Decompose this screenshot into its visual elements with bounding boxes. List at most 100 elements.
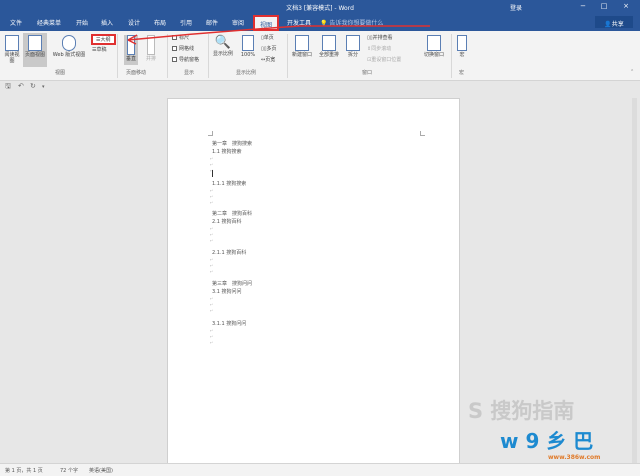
site-watermark: www.386w.com <box>548 454 601 461</box>
magnifier-icon: 🔍 <box>214 35 232 50</box>
tab-design[interactable]: 设计 <box>128 18 140 27</box>
multi-page-label: 多页 <box>266 46 277 52</box>
globe-icon <box>62 35 76 51</box>
text-cursor <box>212 170 213 177</box>
one-page-button[interactable]: ▯单页 <box>261 34 274 41</box>
print-layout-button[interactable]: 页面视图 <box>23 33 47 67</box>
document-line: 第一章 搜狗搜索 <box>212 141 253 147</box>
collapse-ribbon-icon[interactable]: ⌃ <box>630 69 634 75</box>
divider <box>451 34 452 78</box>
tab-developer[interactable]: 开发工具 <box>287 18 311 27</box>
nav-pane-checkbox[interactable]: 导航窗格 <box>172 56 199 63</box>
zoom-button[interactable]: 🔍 显示比例 <box>211 35 235 57</box>
word-count[interactable]: 72 个字 <box>60 467 78 474</box>
undo-icon[interactable]: ↶ <box>18 82 24 90</box>
vertical-pages-icon <box>127 35 135 55</box>
page-width-button[interactable]: ↔页宽 <box>261 56 275 63</box>
switch-windows-button[interactable]: 切换窗口 <box>420 35 448 58</box>
switch-windows-icon <box>427 35 441 51</box>
person-icon: 👤 <box>604 21 612 28</box>
web-layout-button[interactable]: Web 版式视图 <box>49 35 89 58</box>
quick-access-toolbar: 🖫 ↶ ↻ ▾ <box>0 81 640 93</box>
sync-scroll-button[interactable]: ⇕同步滚动 <box>367 45 391 52</box>
page-movement-group-label: 页面移动 <box>126 70 147 76</box>
gridlines-label: 网格线 <box>179 46 195 52</box>
paragraph-marks: ↵ ↵ ↵ <box>210 328 214 345</box>
tab-mailings[interactable]: 邮件 <box>206 18 218 27</box>
vertical-label: 垂直 <box>125 56 136 62</box>
side-to-side-button[interactable]: 并排 <box>144 35 158 62</box>
divider <box>167 34 168 78</box>
macros-group-label: 宏 <box>459 70 465 76</box>
side-by-side-label: 并排查看 <box>372 35 393 41</box>
web-layout-label: Web 版式视图 <box>52 52 86 58</box>
tab-home[interactable]: 开始 <box>76 18 88 27</box>
ribbon-tab-bar: 文件 经典菜单 开始 插入 设计 布局 引用 邮件 审阅 视图 开发工具 💡 告… <box>0 14 640 31</box>
share-label: 共享 <box>611 21 624 28</box>
ribbon: 阅读视图 页面视图 Web 版式视图 ☰大纲 ☰草稿 视图 垂直 并排 页面移动… <box>0 31 640 81</box>
language-status[interactable]: 英语(美国) <box>89 467 113 474</box>
ruler-checkbox[interactable]: 标尺 <box>172 34 189 41</box>
document-line: 第三章 搜狗问问 <box>212 281 253 287</box>
vertical-button[interactable]: 垂直 <box>124 35 138 65</box>
redo-icon[interactable]: ↻ <box>30 82 36 90</box>
read-mode-button[interactable]: 阅读视图 <box>3 35 21 64</box>
split-button[interactable]: 拆分 <box>344 35 362 58</box>
multiple-pages-button[interactable]: ▯▯多页 <box>261 45 277 52</box>
reset-window-position-button[interactable]: ⊡重设窗口位置 <box>367 56 401 63</box>
view-side-by-side-button[interactable]: ▯▯并排查看 <box>367 34 393 41</box>
tab-view[interactable]: 视图 <box>253 15 280 31</box>
new-window-button[interactable]: 新建窗口 <box>290 35 314 58</box>
macros-label: 宏 <box>459 52 465 58</box>
side-label: 并排 <box>145 56 156 62</box>
tab-insert[interactable]: 插入 <box>101 18 113 27</box>
document-line: 第二章 搜狗百科 <box>212 211 253 217</box>
brand-watermark: w 9 乡 巴 <box>500 429 594 453</box>
draft-label: 草稿 <box>96 47 107 53</box>
margin-corner-mark <box>208 131 213 136</box>
title-bar: 文档3 [兼容模式] - Word 登录 − □ × <box>0 0 640 14</box>
document-line: 2.1 搜狗百科 <box>212 219 242 225</box>
tab-classic-menu[interactable]: 经典菜单 <box>37 18 61 27</box>
tab-references[interactable]: 引用 <box>180 18 192 27</box>
page-count[interactable]: 第 1 页，共 1 页 <box>5 467 43 474</box>
draft-button[interactable]: ☰草稿 <box>92 46 107 53</box>
paragraph-marks: ↵ ↵ ↵ <box>210 296 214 313</box>
tell-me-text: 告诉我你想要做什么 <box>329 20 384 27</box>
zoom-100-label: 100% <box>240 52 256 58</box>
minimize-button[interactable]: − <box>577 2 589 10</box>
share-button[interactable]: 👤共享 <box>595 16 633 28</box>
zoom-100-button[interactable]: 100% <box>238 35 258 58</box>
side-pages-icon <box>147 35 155 55</box>
ruler-label: 标尺 <box>179 35 190 41</box>
document-page[interactable] <box>167 98 460 464</box>
customize-qat-icon[interactable]: ▾ <box>42 84 45 90</box>
arrange-all-button[interactable]: 全部重排 <box>316 35 342 58</box>
tab-review[interactable]: 审阅 <box>232 18 244 27</box>
sync-scroll-label: 同步滚动 <box>371 46 392 52</box>
outline-button[interactable]: ☰大纲 <box>91 34 116 45</box>
divider <box>117 34 118 78</box>
window-title: 文档3 [兼容模式] - Word <box>286 5 354 12</box>
divider <box>287 34 288 78</box>
close-button[interactable]: × <box>620 2 632 10</box>
page-width-label: 页宽 <box>265 57 276 63</box>
vertical-scrollbar[interactable] <box>632 98 637 463</box>
hundred-percent-icon <box>242 35 254 51</box>
tab-file[interactable]: 文件 <box>10 18 22 27</box>
maximize-button[interactable]: □ <box>598 2 610 10</box>
login-link[interactable]: 登录 <box>510 3 522 12</box>
tell-me-search[interactable]: 💡 告诉我你想要做什么 <box>320 18 383 27</box>
save-icon[interactable]: 🖫 <box>5 82 11 93</box>
outline-label: 大纲 <box>100 37 111 43</box>
tab-layout[interactable]: 布局 <box>154 18 166 27</box>
paragraph-marks: ↵ ↵ ↵ <box>210 188 214 205</box>
new-window-icon <box>295 35 309 51</box>
show-group-label: 显示 <box>184 70 195 76</box>
read-mode-label: 阅读视图 <box>4 52 20 64</box>
reset-position-label: 重设窗口位置 <box>371 57 402 63</box>
zoom-group-label: 显示比例 <box>236 70 257 76</box>
gridlines-checkbox[interactable]: 网格线 <box>172 45 194 52</box>
one-page-label: 单页 <box>263 35 274 41</box>
macros-button[interactable]: 宏 <box>455 35 469 58</box>
